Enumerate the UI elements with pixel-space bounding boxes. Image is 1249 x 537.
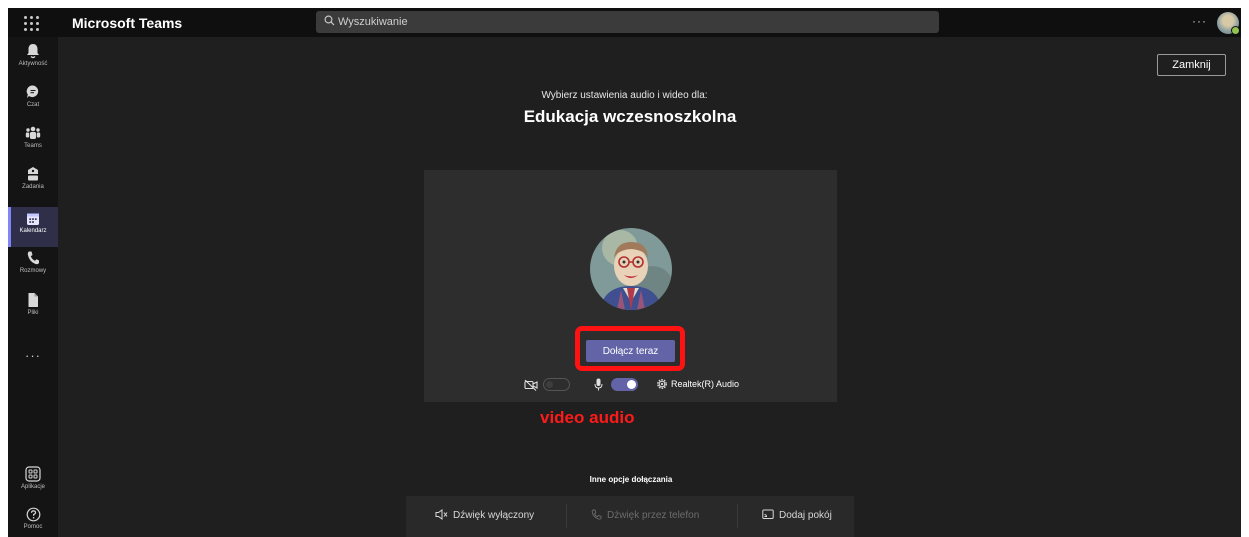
rail-item-files[interactable]: Pliki — [8, 292, 58, 332]
rail-label: Rozmowy — [19, 268, 47, 274]
audio-toggle[interactable] — [611, 378, 638, 391]
rail-label: Kalendarz — [19, 228, 47, 234]
add-room-option[interactable]: Dodaj pokój — [762, 509, 832, 521]
rail-item-activity[interactable]: Aktywność — [8, 43, 58, 83]
file-icon — [28, 293, 38, 307]
bell-icon — [27, 44, 39, 59]
rail-item-help[interactable]: Pomoc — [8, 507, 58, 537]
app-title: Microsoft Teams — [72, 15, 183, 31]
audio-device-label[interactable]: Realtek(R) Audio — [671, 379, 739, 389]
avatar-drawing — [590, 228, 672, 310]
rail-label: Aktywność — [18, 61, 48, 67]
calendar-icon — [27, 213, 39, 225]
other-join-options: Dźwięk wyłączony Dźwięk przez telefon Do… — [406, 496, 854, 537]
option-label: Dźwięk wyłączony — [453, 510, 535, 521]
settings-gear-icon[interactable] — [656, 378, 668, 390]
audio-off-option[interactable]: Dźwięk wyłączony — [435, 509, 534, 521]
camera-off-icon — [524, 379, 538, 391]
rail-label: Teams — [24, 143, 42, 149]
apps-icon — [25, 466, 41, 482]
rail-item-calendar[interactable]: Kalendarz — [8, 207, 58, 247]
search-icon — [324, 15, 335, 26]
toggle-knob — [546, 381, 553, 388]
microphone-icon — [594, 378, 603, 391]
rail-item-teams[interactable]: Teams — [8, 125, 58, 165]
option-divider — [566, 504, 567, 528]
teams-icon — [25, 126, 41, 139]
top-bar: Microsoft Teams ··· — [8, 8, 1241, 37]
option-label: Dźwięk przez telefon — [607, 510, 700, 521]
video-preview: Dołącz teraz Realtek(R) Audio — [424, 170, 837, 402]
option-label: Dodaj pokój — [779, 510, 832, 521]
speaker-off-icon — [435, 509, 448, 520]
prejoin-subtitle: Wybierz ustawienia audio i wideo dla: — [541, 90, 708, 101]
option-divider — [737, 504, 738, 528]
other-options-title: Inne opcje dołączania — [589, 475, 673, 484]
help-icon — [26, 507, 40, 522]
rail-label: Zadania — [22, 184, 44, 190]
search-box[interactable] — [316, 11, 939, 33]
close-button[interactable]: Zamknij — [1157, 54, 1226, 76]
device-controls: Realtek(R) Audio — [424, 376, 837, 394]
teams-window: Microsoft Teams ··· Aktywność — [8, 8, 1241, 537]
rail-item-apps[interactable]: Aplikacje — [8, 466, 58, 506]
rail-label: Aplikacje — [20, 484, 45, 490]
more-apps-icon[interactable]: ··· — [8, 348, 58, 363]
search-input[interactable] — [338, 14, 928, 30]
app-launcher-icon[interactable] — [22, 14, 40, 32]
rail-item-calls[interactable]: Rozmowy — [8, 250, 58, 290]
phone-icon — [27, 251, 39, 265]
phone-audio-icon — [591, 509, 602, 520]
annotation-text: video audio — [540, 408, 635, 427]
join-now-button[interactable]: Dołącz teraz — [586, 340, 675, 362]
meeting-title: Edukacja wczesnoszkolna — [523, 107, 737, 126]
phone-audio-option[interactable]: Dźwięk przez telefon — [591, 509, 699, 521]
more-options-icon[interactable]: ··· — [1192, 14, 1207, 28]
presence-status-icon — [1231, 26, 1240, 35]
assignments-icon — [28, 167, 38, 181]
rail-label: Pomoc — [23, 524, 43, 530]
video-toggle[interactable] — [543, 378, 570, 391]
toggle-knob — [627, 380, 636, 389]
user-avatar — [590, 228, 672, 310]
cast-room-icon — [762, 509, 774, 519]
profile-avatar[interactable] — [1217, 12, 1240, 35]
rail-item-assignments[interactable]: Zadania — [8, 166, 58, 206]
rail-label: Pliki — [27, 310, 39, 316]
